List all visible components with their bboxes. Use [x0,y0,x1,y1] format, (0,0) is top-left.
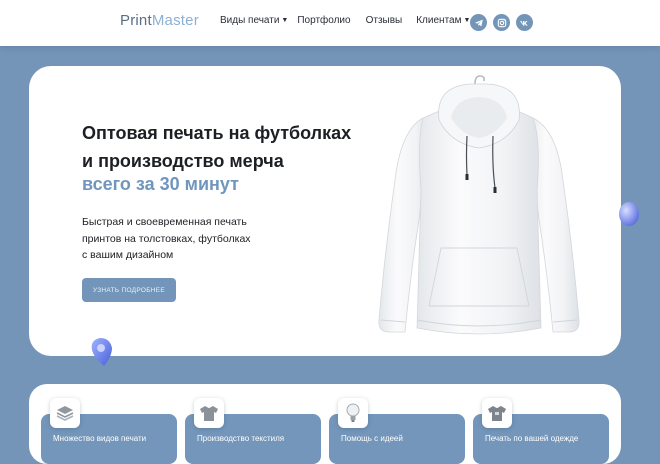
page-title: Оптовая печать на футболках и производст… [82,119,402,175]
instagram-icon[interactable] [493,14,510,31]
features-section: Множество видов печати Производство текс… [29,384,621,464]
feature-label: Печать по вашей одежде [485,434,579,443]
hero-title-line: и производство мерча [82,151,284,171]
telegram-icon[interactable] [470,14,487,31]
nav-item-reviews[interactable]: Отзывы [366,15,403,26]
nav-label: Портфолио [297,15,351,26]
nav-item-portfolio[interactable]: Портфолио [297,15,350,26]
nav-label: Отзывы [365,15,403,26]
logo-text-master: Master [151,12,199,29]
nav-item-print-types[interactable]: Виды печати ▼ [220,15,288,26]
vk-icon[interactable] [516,14,533,31]
layers-icon [50,398,80,428]
feature-label: Помощь с идеей [341,434,403,443]
hero-desc-line: принтов на толстовках, футболках [82,232,251,245]
site-header: PrintMaster Виды печати ▼ Портфолио Отзы… [0,0,660,46]
decorative-sphere-icon [619,202,639,226]
hero-description: Быстрая и своевременная печать принтов н… [82,214,292,264]
logo-text-print: Print [120,12,152,29]
nav-label: Клиентам [416,15,462,26]
nav-item-clients[interactable]: Клиентам ▼ [416,15,470,26]
tshirt-print-icon [482,398,512,428]
chevron-down-icon: ▼ [281,17,289,24]
hero-title-line: Оптовая печать на футболках [82,123,352,143]
hoodie-image [378,75,580,335]
learn-more-button[interactable]: УЗНАТЬ ПОДРОБНЕЕ [82,278,176,302]
hero-card: Оптовая печать на футболках и производст… [29,66,621,356]
hero-desc-line: Быстрая и своевременная печать [82,216,247,228]
hero-desc-line: с вашим дизайном [82,249,174,261]
hero-accent-text: всего за 30 минут [82,174,239,194]
nav-label: Виды печати [220,15,280,26]
main-nav: Виды печати ▼ Портфолио Отзывы Клиентам … [220,15,470,26]
logo[interactable]: PrintMaster [120,12,199,29]
tshirt-icon [194,398,224,428]
feature-label: Производство текстиля [197,434,285,443]
location-pin-icon [91,338,112,366]
lightbulb-icon [338,398,368,428]
feature-label: Множество видов печати [53,434,147,443]
social-links [470,14,533,31]
